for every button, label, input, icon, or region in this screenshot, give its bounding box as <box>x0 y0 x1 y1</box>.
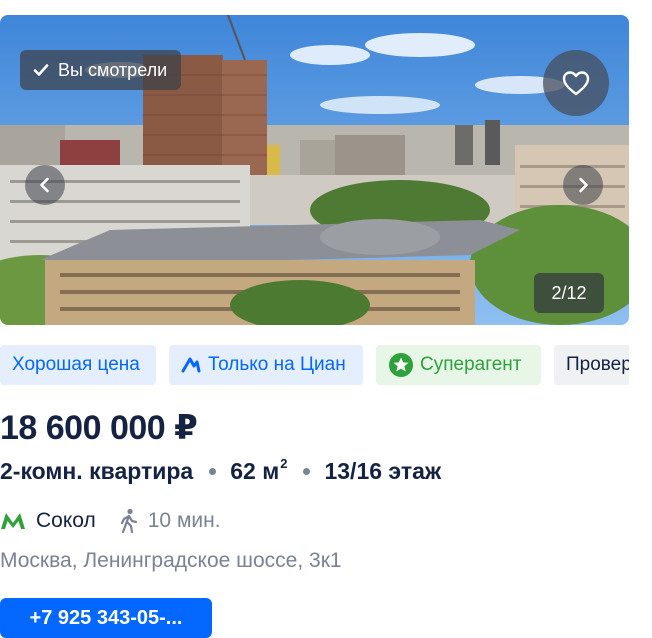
metro-station[interactable]: Сокол <box>36 509 96 533</box>
tag-label: Суперагент <box>420 354 522 375</box>
tag-superagent[interactable]: Суперагент <box>376 345 541 385</box>
prev-photo-button[interactable] <box>25 165 65 205</box>
metro-icon <box>1 513 25 529</box>
separator-dot <box>303 468 311 475</box>
floor: 13/16 этаж <box>324 458 442 484</box>
walking-icon <box>120 508 137 534</box>
listing-params: 2-комн. квартира 62 м2 13/16 этаж <box>0 456 442 485</box>
heart-icon <box>562 71 590 96</box>
show-phone-button[interactable]: +7 925 343-05-... <box>0 598 212 638</box>
chevron-right-icon <box>579 177 588 193</box>
area-unit-sup: 2 <box>280 456 288 471</box>
viewed-badge: Вы смотрели <box>20 50 182 90</box>
separator-dot <box>209 468 217 475</box>
tag-label: Только на Циан <box>208 354 346 375</box>
tag-only-cian[interactable]: Только на Циан <box>169 345 363 385</box>
check-icon <box>33 64 49 76</box>
area-value: 62 м <box>230 458 280 484</box>
tag-label: Проверено <box>566 354 629 375</box>
tags-row: Хорошая цена Только на Циан Суперагент П… <box>0 345 629 385</box>
rooms: 2-комн. квартира <box>0 458 194 484</box>
address[interactable]: Москва, Ленинградское шоссе, 3к1 <box>0 549 342 573</box>
tag-checked[interactable]: Проверено <box>554 345 629 385</box>
walk-time: 10 мин. <box>147 509 221 532</box>
chevron-left-icon <box>40 177 49 193</box>
price: 18 600 000 ₽ <box>0 409 198 447</box>
viewed-label: Вы смотрели <box>58 59 168 80</box>
favorite-button[interactable] <box>543 50 609 116</box>
tag-label: Хорошая цена <box>12 354 140 375</box>
photo-counter: 2/12 <box>534 273 604 313</box>
metro-row: Сокол 10 мин. <box>0 508 221 534</box>
listing-photo[interactable]: Вы смотрели 2/12 <box>0 15 629 325</box>
next-photo-button[interactable] <box>563 165 603 205</box>
tag-good-price[interactable]: Хорошая цена <box>0 345 156 385</box>
star-badge-icon <box>389 353 413 377</box>
cian-logo-icon <box>181 357 201 373</box>
area: 62 м2 <box>230 456 288 485</box>
